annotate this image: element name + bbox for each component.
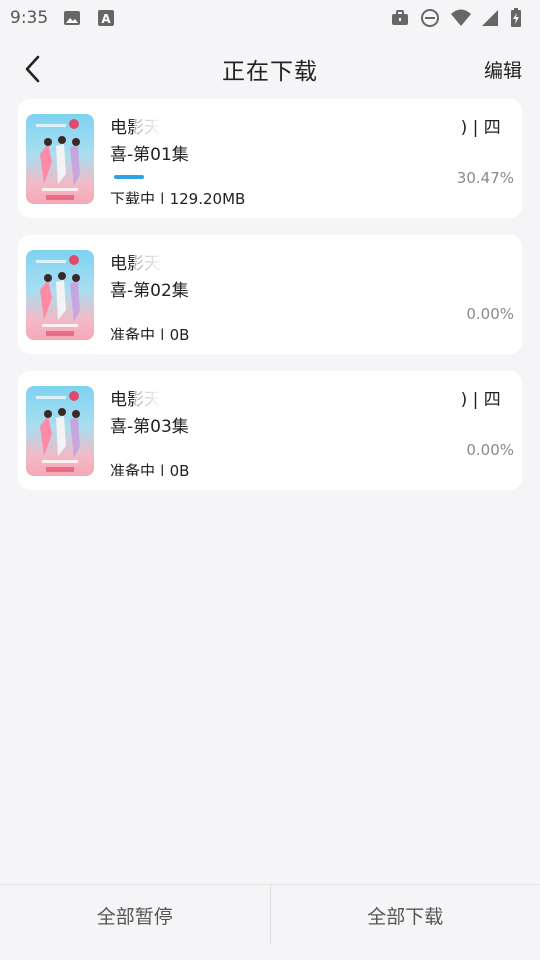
text-a-icon: A [96,8,116,28]
progress-percent: 30.47% [456,169,514,187]
edit-button[interactable]: 编辑 [484,56,522,83]
poster-thumbnail [26,386,94,476]
briefcase-icon [390,8,410,28]
title-suffix: ) | 四 [460,390,501,410]
page-title: 正在下载 [222,59,318,85]
blurred-redaction [134,115,404,137]
progress-percent: 0.00% [466,305,514,323]
pause-all-button[interactable]: 全部暂停 [0,885,270,960]
svg-text:A: A [102,12,112,26]
blurred-redaction [134,387,404,409]
progress-bar [114,311,212,315]
status-bar: 9:35 A [0,0,540,36]
download-item[interactable]: 电影天堂() | 四 喜-第01集 30.47% 下载中 | 129.20MB [18,99,522,218]
download-status: 准备中 | 0B [110,462,190,476]
title-episode: 喜-第03集 [110,417,189,437]
bottom-action-bar: 全部暂停 全部下载 [0,884,540,960]
progress-percent: 0.00% [466,441,514,459]
download-status: 准备中 | 0B [110,326,190,340]
progress-bar [114,447,212,451]
download-status: 下载中 | 129.20MB [110,190,246,204]
progress-bar [114,175,212,179]
download-item[interactable]: 电影天堂( 喜-第02集 0.00% 准备中 | 0B [18,235,522,354]
image-icon [62,8,82,28]
poster-thumbnail [26,114,94,204]
status-time: 9:35 [10,8,49,28]
header: 正在下载 编辑 [0,36,540,102]
do-not-disturb-icon [420,8,440,28]
back-button[interactable] [16,52,50,86]
chevron-left-icon [25,55,40,83]
download-all-button[interactable]: 全部下载 [271,885,540,960]
title-suffix: ) | 四 [460,118,501,138]
battery-icon [510,8,530,28]
download-item[interactable]: 电影天堂() | 四 喜-第03集 0.00% 准备中 | 0B [18,371,522,490]
title-episode: 喜-第02集 [110,281,189,301]
signal-icon [480,8,500,28]
download-list: 电影天堂() | 四 喜-第01集 30.47% 下载中 | 129.20MB [18,99,522,507]
title-episode: 喜-第01集 [110,145,189,165]
blurred-redaction [134,251,434,273]
progress-fill [114,175,144,179]
poster-thumbnail [26,250,94,340]
wifi-icon [450,8,471,28]
